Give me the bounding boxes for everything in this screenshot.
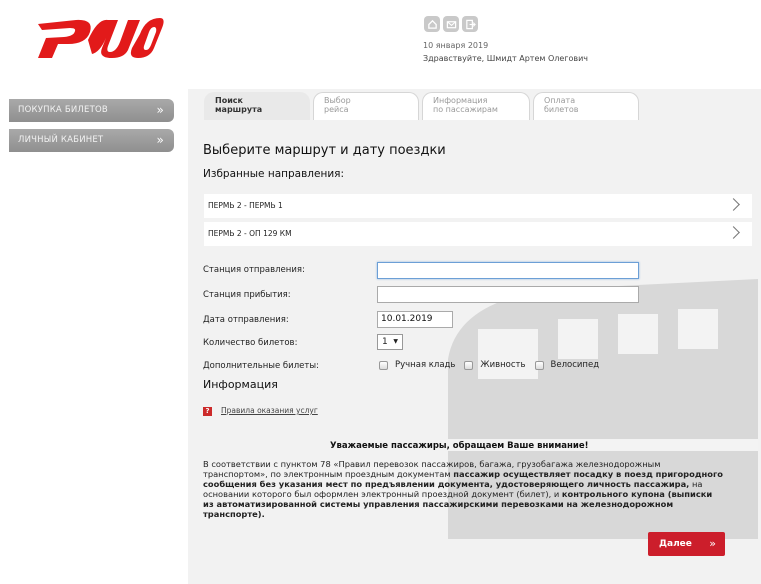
user-greeting: Здравствуйте, Шмидт Артем Олегович: [423, 54, 589, 63]
animal-checkbox[interactable]: [464, 360, 474, 370]
favorite-route-item[interactable]: ПЕРМЬ 2 - ПЕРМЬ 1: [204, 194, 752, 218]
mail-icon[interactable]: [443, 16, 459, 32]
chevron-right-icon: [727, 198, 740, 211]
notice-text: В соответствии с пунктом 78 «Правил пере…: [203, 459, 723, 519]
tab-label-line1: Поиск: [215, 96, 243, 105]
next-button[interactable]: Далее »: [648, 532, 725, 556]
date-label: Дата отправления:: [203, 315, 289, 325]
bicycle-checkbox[interactable]: [534, 360, 544, 370]
tab-payment[interactable]: Оплата билетов: [533, 92, 639, 120]
tab-label-line1: Оплата: [544, 96, 576, 105]
extra-tickets-label: Дополнительные билеты:: [203, 361, 319, 371]
tab-passenger-info[interactable]: Информация по пассажирам: [422, 92, 530, 120]
tab-route-search[interactable]: Поиск маршрута: [204, 92, 310, 120]
sidebar-item-label: ПОКУПКА БИЛЕТОВ: [18, 105, 108, 115]
tab-label-line2: маршрута: [215, 105, 263, 114]
hand-luggage-label: Ручная кладь: [395, 360, 456, 370]
home-icon[interactable]: [424, 16, 440, 32]
service-rules-link[interactable]: Правила оказания услуг: [221, 406, 318, 415]
rzd-logo: [38, 18, 164, 58]
current-date: 10 января 2019: [423, 41, 489, 50]
step-tabs: Поиск маршрута Выбор рейса Информация по…: [204, 92, 639, 120]
next-button-label: Далее: [659, 539, 692, 549]
animal-label: Живность: [480, 360, 526, 370]
ticket-count-value: 1: [382, 337, 388, 347]
departure-label: Станция отправления:: [203, 265, 305, 275]
page-title: Выберите маршрут и дату поездки: [203, 143, 446, 158]
notice-heading: Уважаемые пассажиры, обращаем Ваше внима…: [330, 441, 589, 451]
tab-label-line2: рейса: [324, 105, 349, 114]
favorite-route-label: ПЕРМЬ 2 - ПЕРМЬ 1: [208, 201, 283, 210]
favorite-route-label: ПЕРМЬ 2 - ОП 129 КМ: [208, 229, 292, 238]
departure-station-input[interactable]: [377, 262, 639, 279]
bicycle-label: Велосипед: [550, 360, 600, 370]
hand-luggage-checkbox[interactable]: [379, 360, 388, 370]
chevron-right-icon: [727, 226, 740, 239]
double-chevron-icon: »: [709, 537, 716, 550]
tab-label-line2: по пассажирам: [433, 105, 498, 114]
arrival-label: Станция прибытия:: [203, 290, 291, 300]
main-panel: Поиск маршрута Выбор рейса Информация по…: [188, 89, 761, 584]
tab-label-line1: Информация: [433, 96, 488, 105]
dropdown-arrow-icon: ▼: [393, 338, 398, 345]
info-heading: Информация: [203, 378, 278, 391]
tab-label-line2: билетов: [544, 105, 579, 114]
extra-tickets-options: Ручная кладь Живность Велосипед: [379, 360, 608, 370]
sidebar-item-buy-tickets[interactable]: ПОКУПКА БИЛЕТОВ »: [9, 99, 174, 122]
departure-date-input[interactable]: 10.01.2019: [377, 311, 453, 328]
double-chevron-icon: »: [156, 103, 164, 117]
question-icon: ?: [203, 407, 212, 416]
favorites-heading: Избранные направления:: [203, 168, 344, 180]
exit-icon[interactable]: [462, 16, 478, 32]
header-icons: [424, 16, 478, 32]
arrival-station-input[interactable]: [377, 286, 639, 303]
favorite-route-item[interactable]: ПЕРМЬ 2 - ОП 129 КМ: [204, 222, 752, 246]
ticket-count-label: Количество билетов:: [203, 338, 298, 348]
ticket-count-select[interactable]: 1 ▼: [377, 334, 403, 350]
double-chevron-icon: »: [156, 133, 164, 147]
sidebar-item-account[interactable]: ЛИЧНЫЙ КАБИНЕТ »: [9, 129, 174, 152]
tab-label-line1: Выбор: [324, 96, 351, 105]
tab-choose-trip[interactable]: Выбор рейса: [313, 92, 419, 120]
sidebar-item-label: ЛИЧНЫЙ КАБИНЕТ: [18, 135, 104, 145]
